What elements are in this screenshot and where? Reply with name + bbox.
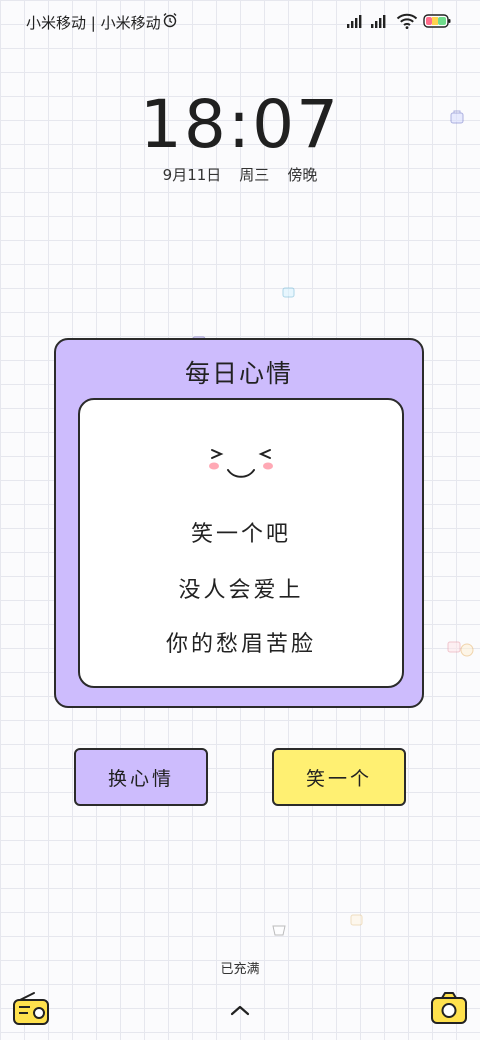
mood-line-2: 没人会爱上 bbox=[178, 578, 304, 603]
clock-time: 18:07 bbox=[139, 86, 341, 163]
charging-status: 已充满 bbox=[220, 962, 260, 977]
doodle-icon bbox=[447, 641, 474, 657]
battery-icon bbox=[423, 14, 451, 28]
chevron-up-icon[interactable] bbox=[228, 1002, 252, 1018]
mood-line-1: 笑一个吧 bbox=[190, 522, 291, 547]
carrier-label: 小米移动 | 小米移动 bbox=[26, 14, 161, 32]
daily-mood-card: 每日心情 笑一个吧 没人会爱上 你的愁眉苦脸 bbox=[54, 338, 424, 708]
camera-icon[interactable] bbox=[430, 990, 468, 1026]
date-label: 9月11日 bbox=[162, 166, 222, 184]
radio-icon[interactable] bbox=[12, 990, 50, 1026]
period-label: 傍晚 bbox=[287, 166, 318, 184]
doodle-icon bbox=[450, 110, 464, 124]
doodle-icon bbox=[350, 914, 363, 926]
smile-button[interactable]: 笑一个 bbox=[272, 748, 406, 806]
status-bar: 小米移动 | 小米移动 bbox=[0, 0, 480, 44]
doodle-icon bbox=[282, 287, 295, 298]
card-title: 每日心情 bbox=[184, 359, 293, 388]
smiley-face-icon bbox=[209, 449, 273, 478]
card-content: 笑一个吧 没人会爱上 你的愁眉苦脸 bbox=[78, 398, 404, 688]
signal-icon bbox=[371, 15, 386, 28]
alarm-icon bbox=[163, 13, 177, 28]
doodle-icon bbox=[272, 925, 286, 936]
signal-icon bbox=[347, 15, 362, 28]
change-mood-button[interactable]: 换心情 bbox=[74, 748, 208, 806]
wifi-icon bbox=[396, 13, 418, 29]
weekday-label: 周三 bbox=[239, 166, 270, 184]
date-line: 9月11日 周三 傍晚 bbox=[0, 164, 480, 185]
mood-line-3: 你的愁眉苦脸 bbox=[165, 632, 316, 657]
